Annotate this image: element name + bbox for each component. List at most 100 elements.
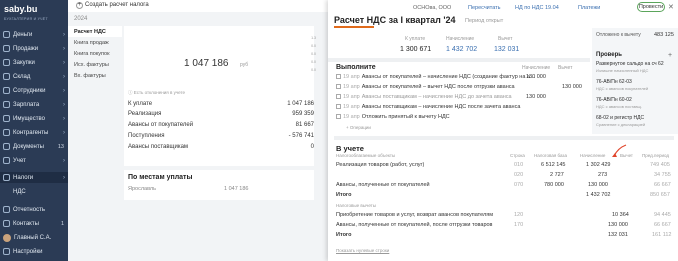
task-text: Авансы поставщикам – начисление НДС посл… — [361, 104, 521, 110]
nav-item-vat[interactable]: НДС — [0, 186, 68, 197]
place-name[interactable]: Ярославль — [128, 186, 156, 192]
nav-item-profile[interactable]: Главный С.А. — [0, 232, 68, 243]
checkbox[interactable] — [336, 94, 341, 100]
avatar — [3, 233, 11, 242]
chevron-right-icon: › — [63, 59, 65, 66]
checkbox[interactable] — [336, 74, 341, 80]
nav-item-staff[interactable]: Сотрудники › — [0, 85, 68, 96]
vat-summary-card[interactable]: 1.3 0.0 0.0 0.0 0.0 1 047 186 руб ⓘ Есть… — [124, 26, 316, 166]
table-row[interactable]: Приобретение товаров и услуг, возврат ав… — [336, 212, 674, 221]
check-item-sub: НДС с авансов поставщ. — [596, 104, 642, 109]
table-row[interactable]: Авансы, полученные от покупателей, после… — [336, 222, 674, 231]
cell-line: 170 — [514, 222, 524, 228]
nav-item-money[interactable]: Деньги › — [0, 29, 68, 40]
reporting-icon — [3, 206, 10, 213]
chevron-right-icon: › — [63, 157, 65, 164]
deviation-note[interactable]: ⓘ Есть отклонения в учете — [128, 90, 185, 96]
year-selector[interactable]: 2024 — [74, 16, 87, 22]
accounting-section: В учете Налогооблагаемые объекты Строка … — [334, 136, 674, 261]
nav-item-contacts[interactable]: Контакты 1 — [0, 218, 68, 229]
close-icon[interactable]: ✕ — [668, 3, 674, 11]
header-deduct-value[interactable]: 132 031 — [494, 46, 519, 53]
period-status[interactable]: Период открыт — [465, 18, 503, 24]
cell-deduct: 10 364 — [612, 212, 629, 218]
row-value: - 576 741 — [288, 133, 314, 139]
cell-accrual: 130 000 — [588, 182, 608, 188]
header-accrual-value[interactable]: 1 432 702 — [446, 46, 477, 53]
summary-row: Реализация 959 359 — [128, 111, 314, 117]
cell-prev: 749 405 — [650, 162, 670, 168]
vat-declaration-link[interactable]: НД по НДС 19.04 — [515, 5, 559, 11]
nav-item-sales[interactable]: Продажи › — [0, 43, 68, 54]
subnav-sales-book[interactable]: Книга продаж — [68, 37, 122, 48]
task-row[interactable]: 19 апр Авансы поставщикам – начисление НД… — [336, 94, 590, 104]
subnav-vat-calc[interactable]: Расчет НДС — [68, 26, 122, 37]
nav-label: Закупки — [13, 59, 35, 66]
tasks-title: Выполните — [336, 64, 376, 71]
row-value: 81 667 — [295, 122, 314, 128]
table-row[interactable]: Реализация товаров (работ, услуг) 010 6 51… — [336, 162, 674, 171]
nav-item-contractors[interactable]: Контрагенты › — [0, 127, 68, 138]
cell-deduct: 132 031 — [608, 232, 628, 238]
salary-icon — [3, 101, 10, 108]
accounting-title: В учете — [336, 144, 364, 153]
create-label: Создать расчет налога — [85, 2, 149, 8]
check-item[interactable]: 76-АВ/Пн 60-02 — [596, 97, 632, 103]
nav-item-warehouse[interactable]: Склад › — [0, 71, 68, 82]
count-badge: 13 — [57, 143, 64, 150]
task-date: 19 апр — [343, 84, 360, 90]
nav-label: Главный С.А. — [14, 234, 52, 241]
checkbox[interactable] — [336, 114, 341, 120]
header-accrual-label: Начисление — [446, 36, 475, 42]
deferred-value[interactable]: 483 125 — [654, 32, 674, 38]
cell-prev: 94 445 — [654, 212, 671, 218]
cell-line: 070 — [514, 182, 524, 188]
nav-item-property[interactable]: Имущество › — [0, 113, 68, 124]
check-item[interactable]: 76-АВ/Пн 62-03 — [596, 79, 632, 85]
task-text: Авансы от покупателей – начисление НДС (… — [361, 74, 536, 80]
nav-item-accounting[interactable]: Учет › — [0, 155, 68, 166]
post-button[interactable]: Провести — [637, 2, 665, 12]
task-row[interactable]: 19 апр Авансы от покупателей – вычет НДС … — [336, 84, 590, 94]
check-item[interactable]: Развернутое сальдо на сч 62 — [596, 61, 664, 67]
payments-link[interactable]: Платежи — [578, 5, 600, 11]
vat-calc-dialog: ОСНОва, ООО Пересчитать НД по НДС 19.04 … — [328, 0, 678, 261]
task-row[interactable]: 19 апр Авансы от покупателей – начисление… — [336, 74, 590, 84]
nav-item-settings[interactable]: Настройки — [0, 246, 68, 257]
task-row[interactable]: 19 апр Авансы поставщикам – начисление НД… — [336, 104, 590, 114]
subnav-outgoing-invoices[interactable]: Исх. фактуры — [68, 59, 122, 70]
add-check-icon[interactable]: + — [668, 52, 672, 59]
check-item[interactable]: 68-02 и регистр НДС — [596, 115, 644, 121]
recalc-link[interactable]: Пересчитать — [468, 5, 501, 11]
cell-deduct: 130 000 — [608, 222, 628, 228]
marker: 0.0 — [311, 44, 316, 48]
col-header: Налоговая база — [534, 153, 567, 158]
checkbox[interactable] — [336, 104, 341, 110]
row-label: Реализация — [128, 111, 162, 117]
header-deduct-label: Вычет — [498, 36, 513, 42]
contractors-icon — [3, 129, 10, 136]
task-date: 19 апр — [343, 74, 360, 80]
subnav-incoming-invoices[interactable]: Вх. фактуры — [68, 70, 122, 81]
table-row[interactable]: Авансы, полученные от покупателей 070 780 … — [336, 182, 674, 191]
nav-item-purchases[interactable]: Закупки › — [0, 57, 68, 68]
title-underline — [334, 26, 374, 28]
table-row[interactable]: 020 2 727 273 34 755 — [336, 172, 674, 181]
cell-label: Итого — [336, 192, 352, 198]
nav-item-documents[interactable]: Документы 13 — [0, 141, 68, 152]
nav-item-taxes[interactable]: Налоги › — [0, 172, 68, 183]
app-logo[interactable]: saby.bu — [4, 4, 37, 14]
vat-subnav: Расчет НДС Книга продаж Книга покупок Ис… — [68, 26, 122, 81]
checkbox[interactable] — [336, 84, 341, 90]
cell-line: 020 — [514, 172, 524, 178]
nav-label: Контакты — [13, 220, 39, 227]
create-tax-calc-button[interactable]: + Создать расчет налога — [76, 2, 149, 9]
show-zero-rows-link[interactable]: Показать нулевые строки — [336, 248, 389, 253]
subnav-purchase-book[interactable]: Книга покупок — [68, 48, 122, 59]
col-header: Налогооблагаемые объекты — [336, 153, 396, 158]
nav-item-salary[interactable]: Зарплата › — [0, 99, 68, 110]
organization-name[interactable]: ОСНОва, ООО — [413, 5, 451, 11]
nav-item-reporting[interactable]: Отчетность — [0, 204, 68, 215]
task-row[interactable]: 19 апр Отложить принятый к вычету НДС — [336, 114, 590, 124]
add-operations-link[interactable]: + Операции — [346, 125, 371, 130]
